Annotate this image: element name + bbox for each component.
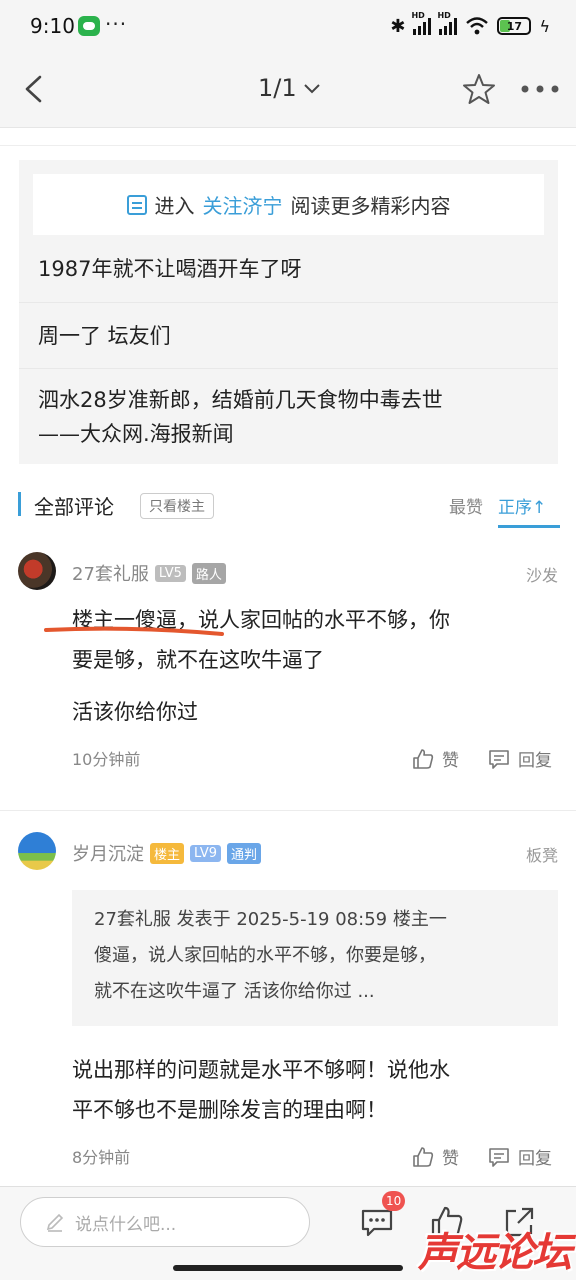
comment-time: 10分钟前 <box>72 750 141 769</box>
comment-separator <box>0 810 576 811</box>
comment-extra-line: 活该你给你过 <box>72 700 198 724</box>
comment-input[interactable]: 说点什么吧... <box>20 1197 310 1247</box>
related-post-item[interactable]: 泗水28岁准新郎，结婚前几天食物中毒去世 ——大众网.海报新闻 <box>19 368 558 464</box>
site-watermark: 声远论坛 <box>418 1230 572 1276</box>
comment-input-placeholder: 说点什么吧... <box>75 1214 177 1235</box>
like-button[interactable]: 赞 <box>412 746 459 771</box>
charging-icon: ϟ <box>539 16 550 36</box>
status-time: 9:10 <box>30 14 75 38</box>
follow-banner[interactable]: 进入 关注济宁 阅读更多精彩内容 <box>33 174 544 235</box>
divider <box>0 128 576 146</box>
op-badge: 楼主 <box>150 842 185 864</box>
reply-button[interactable]: 回复 <box>488 1144 552 1169</box>
rank-badge: 路人 <box>191 562 226 584</box>
page-indicator-text: 1/1 <box>258 74 297 102</box>
follow-link[interactable]: 关注济宁 <box>203 190 283 219</box>
signal-icon: HD <box>411 11 432 35</box>
floor-label: 沙发 <box>525 566 558 585</box>
favorite-star-icon[interactable] <box>462 72 496 106</box>
related-post-item[interactable]: 1987年就不让喝酒开车了呀 <box>19 236 558 302</box>
comment-author[interactable]: 岁月沉淀 楼主 LV9 通判 <box>72 840 262 866</box>
status-icons: ✱ HD HD 17 ϟ <box>390 11 550 38</box>
related-post-item[interactable]: 周一了 坛友们 <box>19 302 558 368</box>
comment-item: 岁月沉淀 楼主 LV9 通判 板凳 27套礼服 发表于 2025-5-19 08… <box>0 820 576 1180</box>
avatar[interactable] <box>18 552 56 590</box>
reply-bubble-icon <box>489 1147 509 1167</box>
reply-button[interactable]: 回复 <box>488 746 552 771</box>
floor-label: 板凳 <box>525 846 558 865</box>
status-bar: 9:10 ··· ✱ HD HD 17 ϟ <box>0 0 576 52</box>
nav-bar: 1/1 <box>0 52 576 128</box>
home-indicator <box>173 1265 403 1271</box>
comment-body: 说出那样的问题就是水平不够啊！说他水 平不够也不是删除发言的理由啊！ <box>72 1058 450 1122</box>
bottom-bar: 说点什么吧... 10 声远论坛 <box>0 1186 576 1280</box>
back-icon[interactable] <box>20 74 50 104</box>
banner-suffix: 阅读更多精彩内容 <box>290 194 451 218</box>
comment-time: 8分钟前 <box>72 1148 131 1167</box>
comment-item: 27套礼服 LV5 路人 沙发 楼主一傻逼，说人家回帖的水平不够，你 要是够，就… <box>0 540 576 810</box>
wifi-icon <box>466 17 489 35</box>
comment-body: 楼主一傻逼，说人家回帖的水平不够，你 要是够，就不在这吹牛逼了 <box>72 608 450 672</box>
op-only-button[interactable]: 只看楼主 <box>140 493 214 519</box>
sort-ascending-tab[interactable]: 正序↑ <box>498 488 560 528</box>
sort-by-likes-tab[interactable]: 最赞 <box>449 493 483 518</box>
level-badge: LV5 <box>154 564 186 582</box>
header-accent <box>18 492 21 516</box>
rank-badge: 通判 <box>227 842 262 864</box>
wechat-icon <box>78 16 100 36</box>
related-posts-card: 进入 关注济宁 阅读更多精彩内容 1987年就不让喝酒开车了呀 周一了 坛友们 … <box>19 160 558 464</box>
comment-author[interactable]: 27套礼服 LV5 路人 <box>72 560 226 586</box>
signal-icon-2: HD <box>437 11 458 35</box>
pen-icon <box>46 1213 64 1232</box>
all-comments-title: 全部评论 <box>34 495 114 519</box>
chevron-down-icon <box>303 84 320 94</box>
more-options-icon[interactable] <box>520 84 560 94</box>
banner-prefix: 进入 <box>154 194 195 218</box>
page-selector[interactable]: 1/1 <box>258 74 321 102</box>
level-badge: LV9 <box>190 844 221 862</box>
comments-header: 全部评论 只看楼主 最赞 正序↑ <box>0 480 576 530</box>
bluetooth-icon: ✱ <box>390 15 406 37</box>
handwritten-underline <box>44 626 224 636</box>
thumbs-up-icon <box>413 1146 434 1167</box>
battery-icon: 17 <box>497 17 532 35</box>
comment-count-badge: 10 <box>382 1191 406 1211</box>
more-notifications-icon: ··· <box>105 12 128 36</box>
quoted-comment[interactable]: 27套礼服 发表于 2025-5-19 08:59 楼主一 傻逼，说人家回帖的水… <box>72 890 558 1026</box>
avatar[interactable] <box>18 832 56 870</box>
thumbs-up-icon <box>413 748 434 769</box>
document-icon <box>126 194 147 215</box>
like-button[interactable]: 赞 <box>412 1144 459 1169</box>
reply-bubble-icon <box>489 749 509 769</box>
